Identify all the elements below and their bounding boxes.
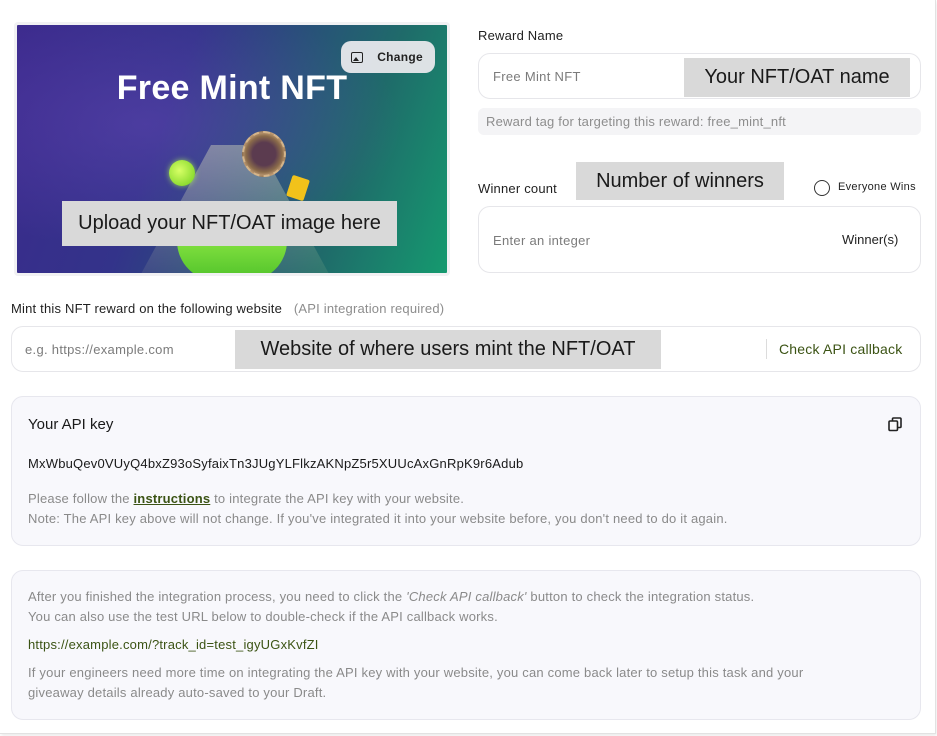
- change-image-label: Change: [377, 50, 423, 64]
- reward-tag-hint: Reward tag for targeting this reward: fr…: [478, 108, 921, 135]
- test-url-hint: You can also use the test URL below to d…: [28, 609, 498, 624]
- come-back-later-line2: giveaway details already auto-saved to y…: [28, 685, 327, 700]
- reward-name-placeholder: Free Mint NFT: [493, 69, 581, 84]
- callback-instructions-line: After you finished the integration proce…: [28, 587, 754, 607]
- callback-line1-prefix: After you finished the integration proce…: [28, 589, 407, 604]
- image-icon: [351, 51, 364, 63]
- reward-name-label: Reward Name: [478, 28, 564, 43]
- winner-count-suffix: Winner(s): [842, 232, 899, 247]
- mint-website-placeholder: e.g. https://example.com: [25, 342, 174, 357]
- api-key-title: Your API key: [28, 416, 114, 433]
- mint-website-annotation: Website of where users mint the NFT/OAT: [235, 330, 661, 369]
- callback-line1-emphasis: 'Check API callback': [406, 589, 527, 604]
- winner-count-placeholder: Enter an integer: [493, 233, 591, 248]
- mint-website-label: Mint this NFT reward on the following we…: [11, 301, 444, 316]
- form-container: Free Mint NFT Change Upload your NFT/OAT…: [0, 0, 936, 734]
- test-url[interactable]: https://example.com/?track_id=test_igyUG…: [28, 637, 319, 652]
- everyone-wins-radio[interactable]: [814, 180, 830, 196]
- api-key-value[interactable]: MxWbuQev0VUyQ4bxZ93oSyfaixTn3JUgYLFlkzAK…: [28, 456, 523, 471]
- mint-website-label-text: Mint this NFT reward on the following we…: [11, 301, 283, 316]
- api-instructions-text: Please follow the instructions to integr…: [28, 489, 464, 509]
- check-api-callback-button[interactable]: Check API callback: [779, 341, 902, 357]
- upload-image-annotation: Upload your NFT/OAT image here: [62, 201, 397, 246]
- input-divider: [766, 339, 767, 359]
- copy-icon[interactable]: [888, 417, 902, 432]
- follow-prefix: Please follow the: [28, 491, 134, 506]
- cookie-badge-graphic: [242, 131, 286, 177]
- everyone-wins-label: Everyone Wins: [838, 181, 916, 193]
- winner-count-annotation: Number of winners: [576, 162, 784, 200]
- nft-image-title: Free Mint NFT: [116, 69, 348, 107]
- api-key-note: Note: The API key above will not change.…: [28, 511, 728, 526]
- callback-line1-suffix: button to check the integration status.: [526, 589, 755, 604]
- coin-graphic: [169, 160, 195, 186]
- instructions-link[interactable]: instructions: [134, 491, 211, 506]
- come-back-later-line1: If your engineers need more time on inte…: [28, 665, 804, 680]
- api-integration-note: (API integration required): [293, 301, 445, 316]
- gold-bar-graphic: [286, 174, 310, 202]
- change-image-button[interactable]: Change: [341, 41, 435, 73]
- reward-name-annotation: Your NFT/OAT name: [684, 58, 910, 97]
- winner-count-label: Winner count: [478, 181, 557, 196]
- follow-suffix: to integrate the API key with your websi…: [210, 491, 465, 506]
